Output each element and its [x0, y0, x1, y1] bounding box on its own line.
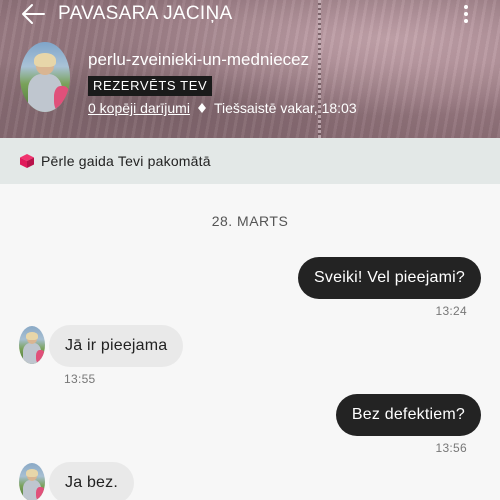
- more-options-button[interactable]: [455, 2, 477, 26]
- more-vertical-icon: [464, 5, 468, 9]
- deals-link[interactable]: 0 kopēji darījumi: [88, 100, 190, 116]
- banner-text: Pērle gaida Tevi pakomātā: [41, 153, 211, 169]
- seller-avatar[interactable]: [20, 42, 70, 112]
- back-button[interactable]: [16, 2, 50, 26]
- incoming-message[interactable]: Jā ir pieejama: [49, 325, 184, 367]
- incoming-message[interactable]: Ja bez.: [49, 462, 134, 500]
- outgoing-message[interactable]: Bez defektiem?: [335, 394, 481, 436]
- message-list[interactable]: 28. MARTS Sveiki! Vel pieejami? 13:24 Jā…: [0, 184, 500, 500]
- seller-avatar-small[interactable]: [19, 326, 45, 364]
- arrow-left-icon: [22, 4, 45, 24]
- message-time: 13:55: [64, 372, 96, 386]
- outgoing-message[interactable]: Sveiki! Vel pieejami?: [298, 257, 481, 299]
- package-icon: [20, 154, 34, 168]
- chat-header: PAVASARA JACIŅA perlu-zveinieki-un-medni…: [0, 0, 500, 138]
- seller-meta: 0 kopēji darījumi Tiešsaistē vakar, 18:0…: [88, 99, 357, 117]
- message-time: 13:56: [435, 441, 467, 455]
- delivery-banner[interactable]: Pērle gaida Tevi pakomātā: [0, 138, 500, 184]
- reserved-badge: REZERVĒTS TEV: [88, 76, 213, 96]
- date-separator: 28. MARTS: [211, 213, 289, 229]
- page-title: PAVASARA JACIŅA: [58, 3, 233, 24]
- message-time: 13:24: [435, 304, 467, 318]
- seller-avatar-small[interactable]: [19, 463, 45, 500]
- header-background-photo: [318, 0, 321, 138]
- seller-username[interactable]: perlu-zveinieki-un-medniecez: [88, 50, 309, 70]
- diamond-icon: [197, 103, 206, 113]
- online-status: Tiešsaistē vakar, 18:03: [213, 100, 357, 116]
